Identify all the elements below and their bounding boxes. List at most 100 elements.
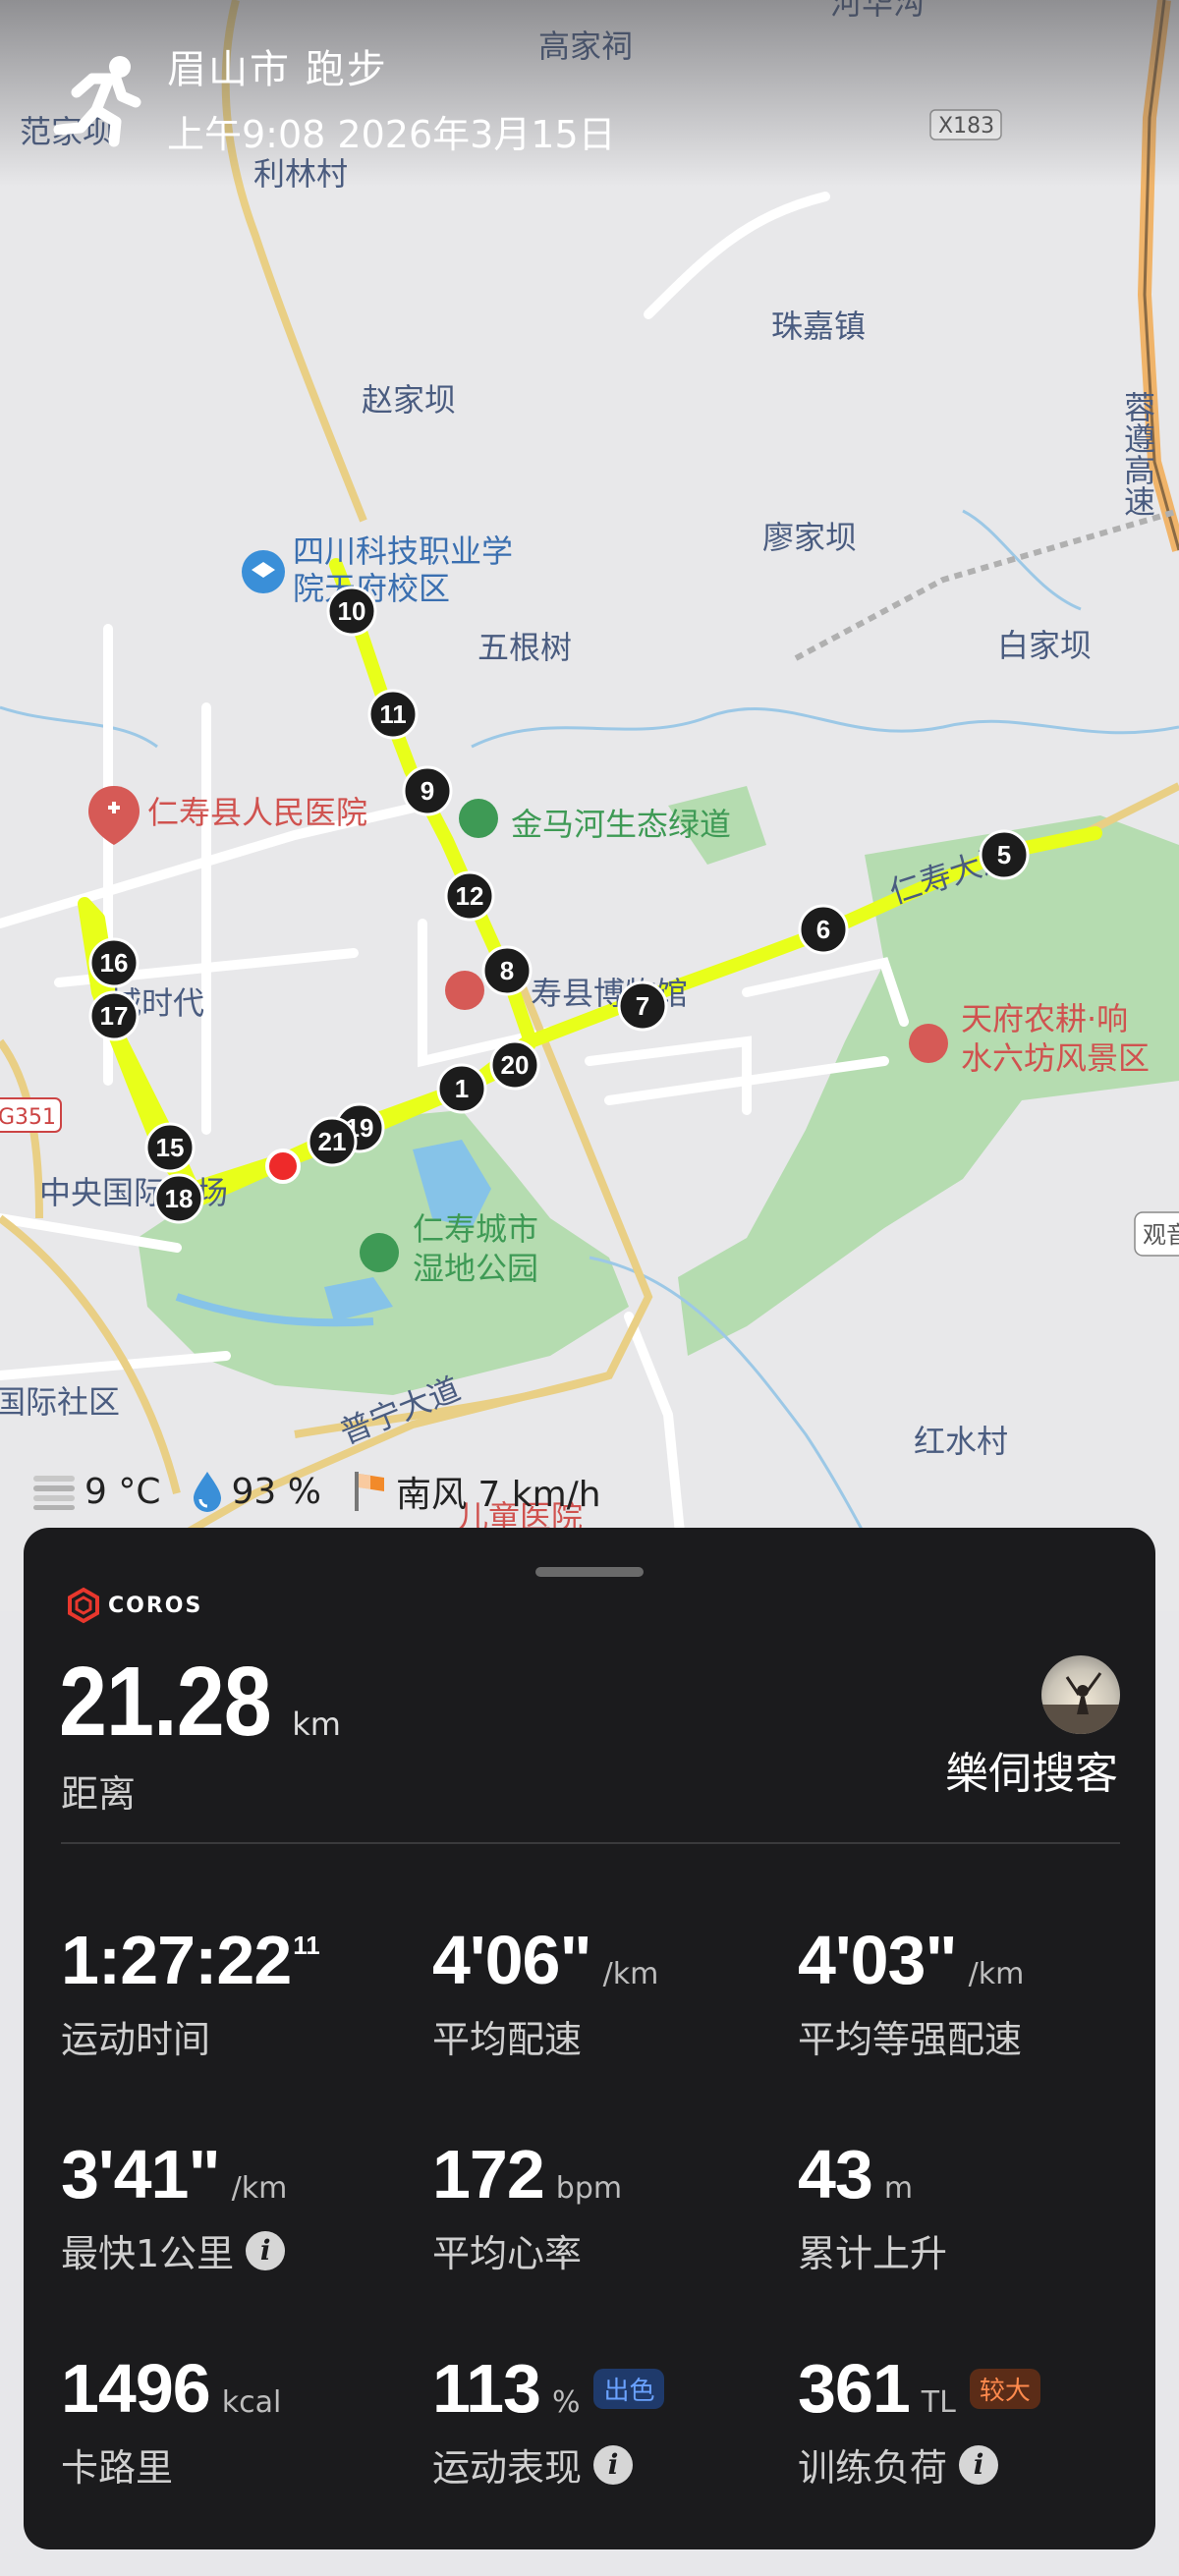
km-marker-label: 5 [997,840,1011,869]
metric-label-text: 平均心率 [432,2232,583,2275]
metric-label-text: 卡路里 [61,2446,174,2490]
metric-label: 平均心率 [432,2223,786,2277]
route-map[interactable]: 高家祠 河华沟 范家坝 利林村 X183 珠嘉镇 赵家坝 蓉遵高速 四川科技职业… [0,0,1179,1611]
distance-label: 距离 [61,1772,137,1816]
km-marker-label: 21 [318,1127,347,1156]
metric-2: 4'03" /km 平均等强配速 [798,1921,1151,2063]
metric-value-row: 43 m [798,2135,1151,2213]
metric-4: 172 bpm 平均心率 [432,2135,786,2277]
humidity-value: 93 % [231,1471,321,1512]
km-marker-21[interactable]: 21 [307,1116,358,1167]
metric-label-text: 运动表现 [432,2446,583,2490]
metric-label: 运动时间 [61,2009,415,2063]
km-marker-label: 20 [501,1050,530,1080]
info-icon[interactable]: i [246,2230,286,2270]
humidity-item: 93 % [190,1470,321,1513]
km-marker-label: 12 [456,881,484,911]
metric-label: 卡路里 [61,2437,415,2492]
km-marker-label: 8 [500,956,514,985]
metric-label: 平均等强配速 [798,2009,1151,2063]
water-drop-icon [194,1472,222,1512]
metric-label-text: 运动时间 [61,2018,211,2061]
km-marker-7[interactable]: 7 [617,980,668,1032]
metric-rating-badge: 出色 [593,2368,665,2409]
km-marker-15[interactable]: 15 [144,1122,196,1173]
km-marker-1[interactable]: 1 [436,1063,487,1114]
metric-8[interactable]: 361 TL 较大 训练负荷 i [798,2349,1151,2492]
svg-text:四川科技职业学: 四川科技职业学 [293,532,513,570]
metric-label: 平均配速 [432,2009,786,2063]
metric-3[interactable]: 3'41" /km 最快1公里 i [61,2135,415,2277]
distance-value: 21.28 [59,1647,272,1757]
svg-text:红水村: 红水村 [914,1423,1008,1460]
metric-7[interactable]: 113% 出色 运动表现 i [432,2349,786,2492]
metric-unit: m [883,2171,914,2206]
metric-value: 1496 [61,2350,211,2427]
divider [61,1842,1120,1844]
km-marker-17[interactable]: 17 [88,990,140,1041]
metric-value: 4'06" [432,1922,592,1998]
metric-unit: /km [968,1957,1025,1991]
weather-bar: 9 °C 93 % 南风 7 km/h [29,1464,631,1519]
metric-value: 1:27:22 [61,1922,292,1998]
metric-label-text: 最快1公里 [61,2232,235,2275]
running-icon [53,56,141,147]
km-marker-20[interactable]: 20 [489,1039,540,1091]
metric-0: 1:27:22 11 运动时间 [61,1921,415,2063]
metric-value: 43 [798,2136,873,2212]
metric-label: 累计上升 [798,2223,1151,2277]
temperature-value: 9 °C [84,1471,161,1512]
km-marker-16[interactable]: 16 [88,937,140,988]
avatar[interactable] [1041,1655,1120,1734]
svg-text:赵家坝: 赵家坝 [362,381,456,419]
km-marker-label: 7 [636,991,649,1021]
metric-6: 1496 kcal 卡路里 [61,2349,415,2492]
svg-text:观音: 观音 [1143,1221,1179,1249]
metric-unit: /km [231,2171,288,2206]
km-marker-6[interactable]: 6 [798,904,849,955]
metric-label-text: 累计上升 [798,2232,948,2275]
km-marker-label: 16 [100,948,129,978]
svg-text:国际社区: 国际社区 [0,1383,120,1421]
km-marker-10[interactable]: 10 [326,586,377,637]
km-marker-label: 17 [100,1001,129,1031]
activity-stats-panel[interactable]: COROS 21.28 km 距离 樂伺搜客 1:27:22 11 运动时间 4'06… [24,1528,1155,2549]
km-marker-label: 18 [165,1184,194,1213]
start-point-marker [265,1148,301,1184]
km-marker-label: 11 [379,700,407,729]
metric-unit: TL [921,2385,956,2420]
km-marker-label: 9 [421,776,434,806]
metric-1: 4'06" /km 平均配速 [432,1921,786,2063]
info-icon[interactable]: i [959,2444,999,2485]
brand-name: COROS [108,1593,203,1618]
svg-text:五根树: 五根树 [477,629,572,666]
km-marker-5[interactable]: 5 [979,829,1030,880]
wind-flag-icon [354,1472,384,1511]
metric-unit: bpm [555,2171,623,2206]
km-marker-18[interactable]: 18 [153,1173,204,1224]
km-marker-12[interactable]: 12 [444,870,495,922]
metric-value-row: 4'03" /km [798,1921,1151,1999]
svg-text:仁寿城市: 仁寿城市 [413,1210,538,1248]
metric-value-row: 172 bpm [432,2135,786,2213]
metric-label: 训练负荷 i [798,2437,1151,2492]
metric-unit: kcal [221,2385,282,2420]
km-marker-8[interactable]: 8 [481,945,533,996]
svg-text:廖家坝: 廖家坝 [762,519,857,556]
metric-label-text: 平均等强配速 [798,2018,1023,2061]
svg-text:天府农耕·响: 天府农耕·响 [961,1000,1128,1037]
temperature-item: 9 °C [29,1472,160,1512]
metric-unit: % [551,2385,581,2420]
metric-value-row: 4'06" /km [432,1921,786,1999]
km-marker-label: 1 [455,1074,469,1103]
info-icon[interactable]: i [593,2444,634,2485]
activity-title: 眉山市 跑步 [167,47,388,92]
fog-icon [33,1476,75,1510]
drag-handle[interactable] [535,1567,644,1577]
metric-value: 113 [432,2350,541,2427]
km-marker-9[interactable]: 9 [402,765,453,816]
km-marker-11[interactable]: 11 [367,689,419,740]
metric-rating-badge: 较大 [969,2368,1040,2409]
username[interactable]: 樂伺搜客 [945,1738,1118,1801]
km-marker-label: 6 [816,915,830,944]
